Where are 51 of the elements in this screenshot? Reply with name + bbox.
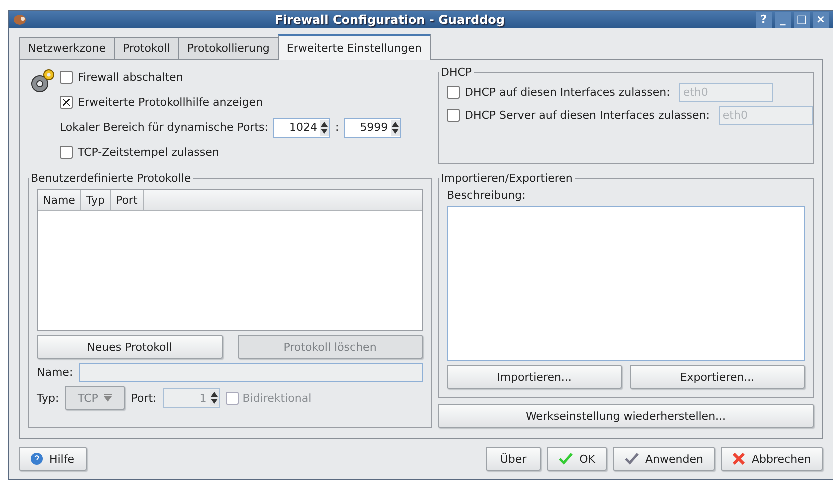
field-label: Name: [37, 366, 74, 379]
checkbox-label: Erweiterte Protokollhilfe anzeigen [78, 96, 264, 109]
checkbox-label: DHCP auf diesen Interfaces zulassen: [465, 86, 670, 99]
dialog-button[interactable]: OK [547, 447, 607, 471]
tab[interactable]: Erweiterte Einstellungen [278, 34, 431, 60]
checkbox[interactable] [60, 146, 73, 159]
cancel-icon [732, 453, 745, 465]
group-title: DHCP [440, 66, 474, 79]
dropdown-arrow-icon [104, 394, 112, 402]
field-label: Beschreibung: [447, 189, 527, 202]
window-control[interactable]: _ [775, 12, 791, 28]
spin-arrows-icon[interactable] [391, 120, 400, 136]
check-icon [624, 453, 638, 465]
port-range-label: Lokaler Bereich für dynamische Ports: [60, 121, 268, 134]
name-field[interactable] [79, 363, 423, 382]
tab[interactable]: Protokoll [114, 37, 180, 59]
protocol-button[interactable]: Neues Protokoll [37, 335, 222, 359]
import-export-button[interactable]: Importieren... [447, 365, 622, 389]
check-icon [558, 453, 573, 465]
description-field[interactable] [447, 206, 805, 361]
group-title: Benutzerdefinierte Protokolle [30, 172, 192, 185]
checkbox-label: DHCP Server auf diesen Interfaces zulassen: [465, 109, 710, 122]
checkbox[interactable] [60, 71, 73, 84]
window-control[interactable]: × [813, 12, 829, 28]
port-to-spinbox[interactable]: 5999 [344, 118, 402, 138]
window-control[interactable]: □ [794, 12, 810, 28]
reset-button[interactable]: Werkseinstellung wiederherstellen... [438, 404, 814, 428]
port-from-spinbox[interactable]: 1024 [273, 118, 330, 138]
import-export-button[interactable]: Exportieren... [630, 365, 805, 389]
checkbox-label: Bidirektional [242, 392, 312, 404]
tab[interactable]: Netzwerkzone [19, 37, 115, 59]
dialog-button[interactable]: Über [486, 447, 541, 471]
column-header[interactable]: Name [38, 190, 82, 210]
spin-arrows-icon[interactable] [320, 120, 330, 136]
field-label: Typ: [37, 392, 60, 404]
checkbox-label: Firewall abschalten [78, 71, 184, 84]
column-header[interactable]: Typ [81, 190, 111, 210]
checkbox[interactable] [60, 96, 73, 109]
separator: : [335, 121, 340, 134]
dialog-button[interactable]: Anwenden [613, 447, 715, 471]
dialog-button[interactable]: Abbrechen [721, 447, 823, 471]
checkbox-label: TCP-Zeitstempel zulassen [78, 146, 220, 159]
help-icon [31, 453, 44, 465]
window-title: Firewall Configuration - Guarddog [274, 12, 506, 26]
field-label: Port: [131, 392, 157, 404]
column-header[interactable]: Port [110, 190, 144, 210]
gears-icon [30, 68, 56, 94]
tab[interactable]: Protokollierung [178, 37, 279, 59]
group-title: Importieren/Exportieren [440, 172, 574, 185]
window-control[interactable]: ? [756, 12, 772, 28]
help-button[interactable]: Hilfe [19, 447, 87, 471]
